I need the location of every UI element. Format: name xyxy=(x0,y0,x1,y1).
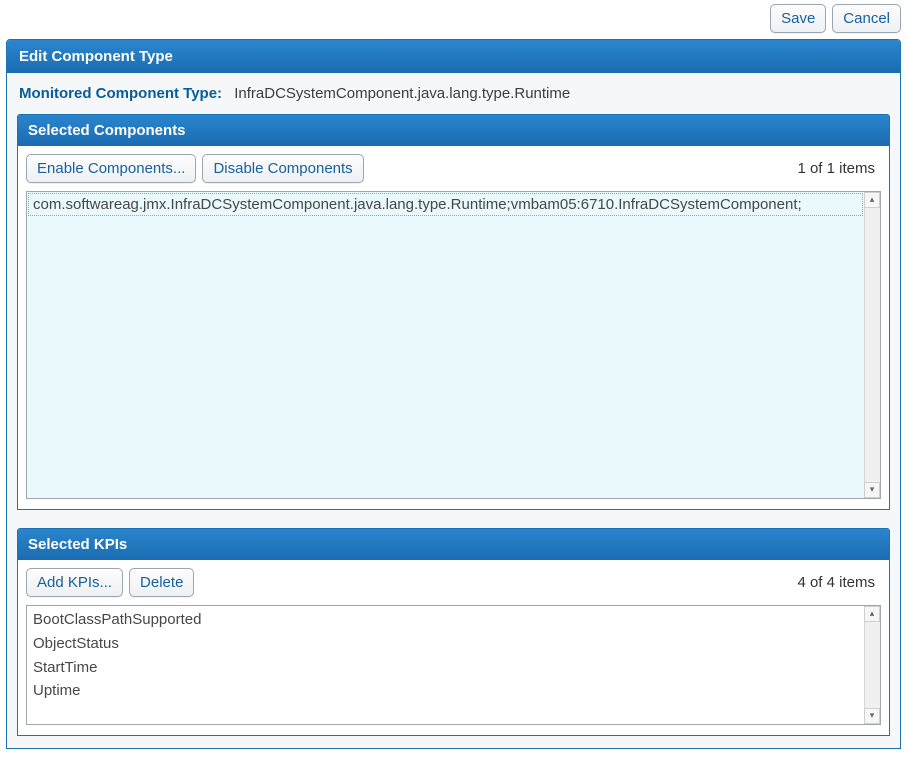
scroll-up-icon[interactable]: ▴ xyxy=(864,192,880,208)
list-item[interactable]: ObjectStatus xyxy=(31,632,862,656)
selected-kpis-panel: Selected KPIs Add KPIs... Delete 4 of 4 … xyxy=(17,528,890,736)
scroll-down-icon[interactable]: ▾ xyxy=(864,482,880,498)
selected-components-panel: Selected Components Enable Components...… xyxy=(17,114,890,510)
top-toolbar: Save Cancel xyxy=(0,0,907,39)
monitored-component-type-label: Monitored Component Type: xyxy=(19,85,222,102)
scrollbar[interactable]: ▴ ▾ xyxy=(864,606,880,724)
panel-title: Edit Component Type xyxy=(7,40,900,73)
selected-kpis-toolbar: Add KPIs... Delete 4 of 4 items xyxy=(18,560,889,601)
monitored-component-type-value: InfraDCSystemComponent.java.lang.type.Ru… xyxy=(234,85,570,102)
list-item[interactable]: BootClassPathSupported xyxy=(31,608,862,632)
selected-components-toolbar: Enable Components... Disable Components … xyxy=(18,146,889,187)
monitored-component-type-row: Monitored Component Type: InfraDCSystemC… xyxy=(19,85,890,102)
save-button[interactable]: Save xyxy=(770,4,826,33)
disable-components-button[interactable]: Disable Components xyxy=(202,154,363,183)
enable-components-button[interactable]: Enable Components... xyxy=(26,154,196,183)
panel-body: Monitored Component Type: InfraDCSystemC… xyxy=(7,73,900,748)
kpis-list-content: BootClassPathSupported ObjectStatus Star… xyxy=(27,606,880,705)
components-count: 1 of 1 items xyxy=(797,160,881,177)
scrollbar[interactable]: ▴ ▾ xyxy=(864,192,880,498)
delete-kpi-button[interactable]: Delete xyxy=(129,568,194,597)
edit-component-type-panel: Edit Component Type Monitored Component … xyxy=(6,39,901,749)
kpis-listbox[interactable]: BootClassPathSupported ObjectStatus Star… xyxy=(26,605,881,725)
scroll-up-icon[interactable]: ▴ xyxy=(864,606,880,622)
selected-components-header: Selected Components xyxy=(18,115,889,146)
scroll-down-icon[interactable]: ▾ xyxy=(864,708,880,724)
components-listbox[interactable]: com.softwareag.jmx.InfraDCSystemComponen… xyxy=(26,191,881,499)
selected-kpis-header: Selected KPIs xyxy=(18,529,889,560)
add-kpis-button[interactable]: Add KPIs... xyxy=(26,568,123,597)
kpis-count: 4 of 4 items xyxy=(797,574,881,591)
list-item[interactable]: StartTime xyxy=(31,656,862,680)
list-item[interactable]: com.softwareag.jmx.InfraDCSystemComponen… xyxy=(28,193,863,216)
cancel-button[interactable]: Cancel xyxy=(832,4,901,33)
list-item[interactable]: Uptime xyxy=(31,679,862,703)
